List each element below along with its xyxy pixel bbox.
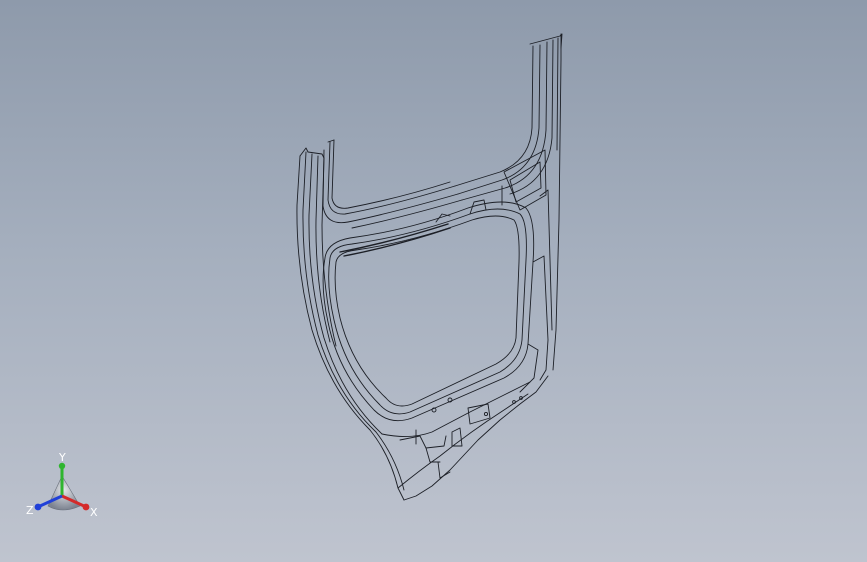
left-pillar [296,147,405,501]
z-axis-label: Z [26,504,34,517]
triad-cone [47,475,81,511]
lower-joint [381,199,549,501]
door-frame-model[interactable] [0,0,867,562]
x-axis-label: X [90,506,98,519]
orientation-triad[interactable]: Y X Z [22,446,106,524]
y-axis-label: Y [58,451,66,464]
inner-opening [322,201,535,422]
graphics-viewport[interactable]: Y X Z [0,0,867,562]
